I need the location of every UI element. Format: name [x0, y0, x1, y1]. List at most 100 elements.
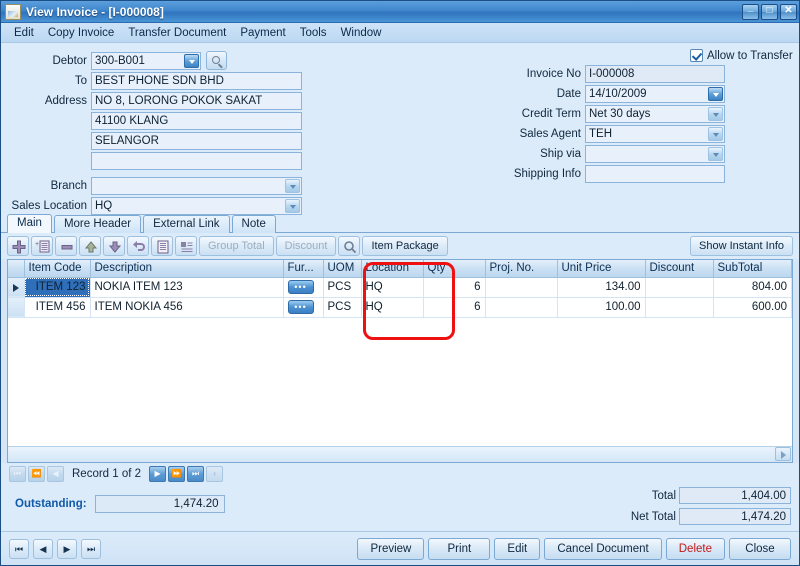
- calendar-chevron-icon[interactable]: [708, 87, 723, 101]
- column-header-further[interactable]: Fur...: [283, 260, 324, 278]
- maximize-button[interactable]: □: [761, 3, 778, 20]
- column-header-location[interactable]: Location: [361, 260, 424, 278]
- debtor-search-button[interactable]: [206, 51, 227, 70]
- chevron-down-icon[interactable]: [285, 199, 300, 213]
- grid-last-button[interactable]: ⏭: [187, 466, 205, 482]
- cell-qty[interactable]: 6: [423, 277, 486, 298]
- column-header-proj-no[interactable]: Proj. No.: [485, 260, 558, 278]
- tab-more-header[interactable]: More Header: [53, 215, 142, 233]
- branch-combo[interactable]: [91, 177, 302, 195]
- cell-unit-price[interactable]: 134.00: [557, 277, 646, 298]
- chevron-down-icon[interactable]: [285, 179, 300, 193]
- menu-item-transfer-document[interactable]: Transfer Document: [121, 25, 233, 41]
- date-field[interactable]: 14/10/2009: [585, 85, 725, 103]
- add-row-icon[interactable]: [7, 236, 29, 256]
- allow-to-transfer-row[interactable]: Allow to Transfer: [501, 49, 793, 62]
- further-details-button[interactable]: •••: [287, 300, 314, 314]
- cell-proj-no[interactable]: [485, 297, 558, 318]
- column-header-discount[interactable]: Discount: [645, 260, 714, 278]
- cell-qty[interactable]: 6: [423, 297, 486, 318]
- credit-term-combo[interactable]: Net 30 days: [585, 105, 725, 123]
- cell-description[interactable]: NOKIA ITEM 123: [90, 277, 284, 298]
- tab-note[interactable]: Note: [231, 215, 276, 233]
- cancel-document-button[interactable]: Cancel Document: [544, 537, 662, 560]
- cell-further[interactable]: •••: [283, 277, 324, 298]
- menu-item-edit[interactable]: Edit: [7, 25, 41, 41]
- discount-button[interactable]: Discount: [275, 236, 337, 256]
- cell-discount[interactable]: [645, 297, 714, 318]
- cell-uom[interactable]: PCS: [323, 297, 362, 318]
- close-button[interactable]: Close: [729, 537, 791, 560]
- first-record-button[interactable]: ⏮: [9, 538, 29, 559]
- address-line-2-field[interactable]: 41100 KLANG: [91, 112, 302, 130]
- cell-location[interactable]: HQ: [361, 277, 424, 298]
- address-line-3-field[interactable]: SELANGOR: [91, 132, 302, 150]
- show-instant-info-button[interactable]: Show Instant Info: [690, 236, 793, 256]
- cell-item-code[interactable]: ITEM 123: [24, 277, 91, 298]
- scroll-right-button[interactable]: [775, 447, 791, 461]
- previous-record-button[interactable]: ◀: [33, 538, 53, 559]
- tab-external-link[interactable]: External Link: [143, 215, 230, 233]
- column-header-unit-price[interactable]: Unit Price: [557, 260, 646, 278]
- grid-first-button[interactable]: ⏮: [9, 466, 26, 482]
- delete-row-icon[interactable]: [55, 236, 77, 256]
- list-view-icon[interactable]: [151, 236, 173, 256]
- grid-collapse-button[interactable]: ‹: [206, 466, 224, 482]
- cell-unit-price[interactable]: 100.00: [557, 297, 646, 318]
- minimize-button[interactable]: _: [742, 2, 759, 20]
- ship-via-combo[interactable]: [585, 145, 725, 163]
- allow-to-transfer-checkbox[interactable]: [690, 49, 703, 62]
- menu-item-copy-invoice[interactable]: Copy Invoice: [41, 25, 121, 41]
- address-line-1-field[interactable]: NO 8, LORONG POKOK SAKAT: [91, 92, 302, 110]
- grid-horizontal-scrollbar[interactable]: [8, 446, 792, 462]
- shipping-info-field[interactable]: [585, 165, 725, 183]
- cell-uom[interactable]: PCS: [323, 277, 362, 298]
- close-window-button[interactable]: ✕: [780, 3, 797, 20]
- column-header-description[interactable]: Description: [90, 260, 284, 278]
- chevron-down-icon[interactable]: [708, 127, 723, 141]
- chevron-down-icon[interactable]: [708, 107, 723, 121]
- table-row[interactable]: ITEM 456 ITEM NOKIA 456 ••• PCS HQ 6 100…: [8, 297, 792, 318]
- item-package-button[interactable]: Item Package: [362, 236, 448, 256]
- grid-search-button[interactable]: [338, 236, 361, 256]
- cell-subtotal[interactable]: 804.00: [713, 277, 792, 298]
- detail-view-icon[interactable]: [175, 236, 197, 256]
- column-header-uom[interactable]: UOM: [323, 260, 362, 278]
- move-up-icon[interactable]: [79, 236, 101, 256]
- last-record-button[interactable]: ⏭: [81, 538, 101, 559]
- grid-next-button[interactable]: ▶: [149, 466, 167, 482]
- print-button[interactable]: Print: [428, 537, 491, 560]
- edit-button[interactable]: Edit: [494, 537, 541, 560]
- preview-button[interactable]: Preview: [357, 537, 425, 560]
- table-row[interactable]: ITEM 123 NOKIA ITEM 123 ••• PCS HQ 6 134…: [8, 277, 792, 298]
- column-header-item-code[interactable]: Item Code: [24, 260, 91, 278]
- debtor-combo[interactable]: 300-B001: [91, 51, 201, 70]
- group-total-button[interactable]: Group Total: [199, 236, 274, 256]
- chevron-down-icon[interactable]: [184, 53, 199, 68]
- column-header-qty[interactable]: Qty: [423, 260, 486, 278]
- grid-prev-button[interactable]: ◀: [47, 466, 64, 482]
- cell-proj-no[interactable]: [485, 277, 558, 298]
- address-line-4-field[interactable]: [91, 152, 302, 170]
- cell-subtotal[interactable]: 600.00: [713, 297, 792, 318]
- next-record-button[interactable]: ▶: [57, 538, 77, 559]
- cell-discount[interactable]: [645, 277, 714, 298]
- cell-description[interactable]: ITEM NOKIA 456: [90, 297, 284, 318]
- move-down-icon[interactable]: [103, 236, 125, 256]
- menu-item-tools[interactable]: Tools: [293, 25, 334, 41]
- undo-icon[interactable]: [127, 236, 149, 256]
- menu-item-payment[interactable]: Payment: [233, 25, 292, 41]
- grid-prev-page-button[interactable]: ⏪: [28, 466, 45, 482]
- cell-location[interactable]: HQ: [361, 297, 424, 318]
- grid-next-page-button[interactable]: ⏩: [168, 466, 186, 482]
- sales-agent-combo[interactable]: TEH: [585, 125, 725, 143]
- further-details-button[interactable]: •••: [287, 280, 314, 294]
- chevron-down-icon[interactable]: [708, 147, 723, 161]
- delete-button[interactable]: Delete: [665, 537, 725, 560]
- cell-item-code[interactable]: ITEM 456: [24, 297, 91, 318]
- cell-further[interactable]: •••: [283, 297, 324, 318]
- insert-row-icon[interactable]: +: [31, 236, 53, 256]
- to-field[interactable]: BEST PHONE SDN BHD: [91, 72, 302, 90]
- menu-item-window[interactable]: Window: [334, 25, 389, 41]
- column-header-subtotal[interactable]: SubTotal: [713, 260, 792, 278]
